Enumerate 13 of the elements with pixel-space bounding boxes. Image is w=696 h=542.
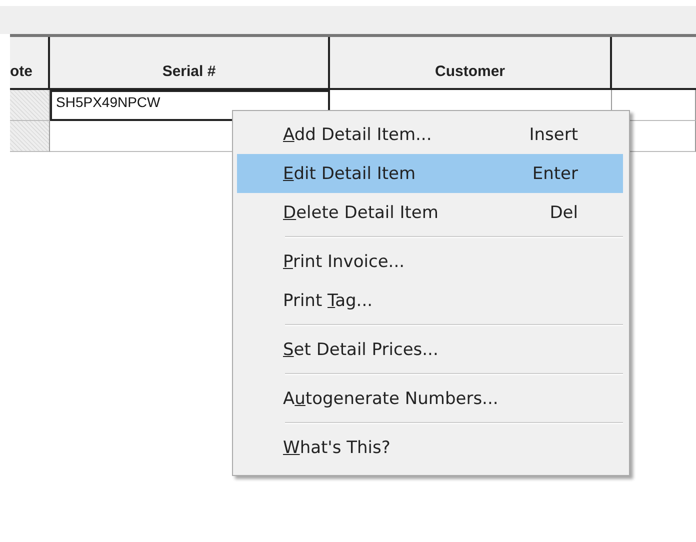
menu-item[interactable]: Edit Detail Item Enter [237,154,623,193]
column-header[interactable]: ote [10,37,50,90]
menu-item[interactable]: Set Detail Prices... [237,330,623,369]
menu-item[interactable]: Print Invoice... [237,242,623,281]
menu-item[interactable]: What's This? [237,428,623,467]
column-header[interactable] [612,37,696,90]
column-header[interactable]: Customer [330,37,612,90]
column-header[interactable]: Serial # [50,37,330,90]
menu-item[interactable]: Print Tag... [237,281,623,320]
table-cell[interactable] [10,90,50,121]
table-cell[interactable] [10,121,50,152]
menu-item[interactable]: Autogenerate Numbers... [237,379,623,418]
menu-item[interactable]: Delete Detail Item Del [237,193,623,232]
